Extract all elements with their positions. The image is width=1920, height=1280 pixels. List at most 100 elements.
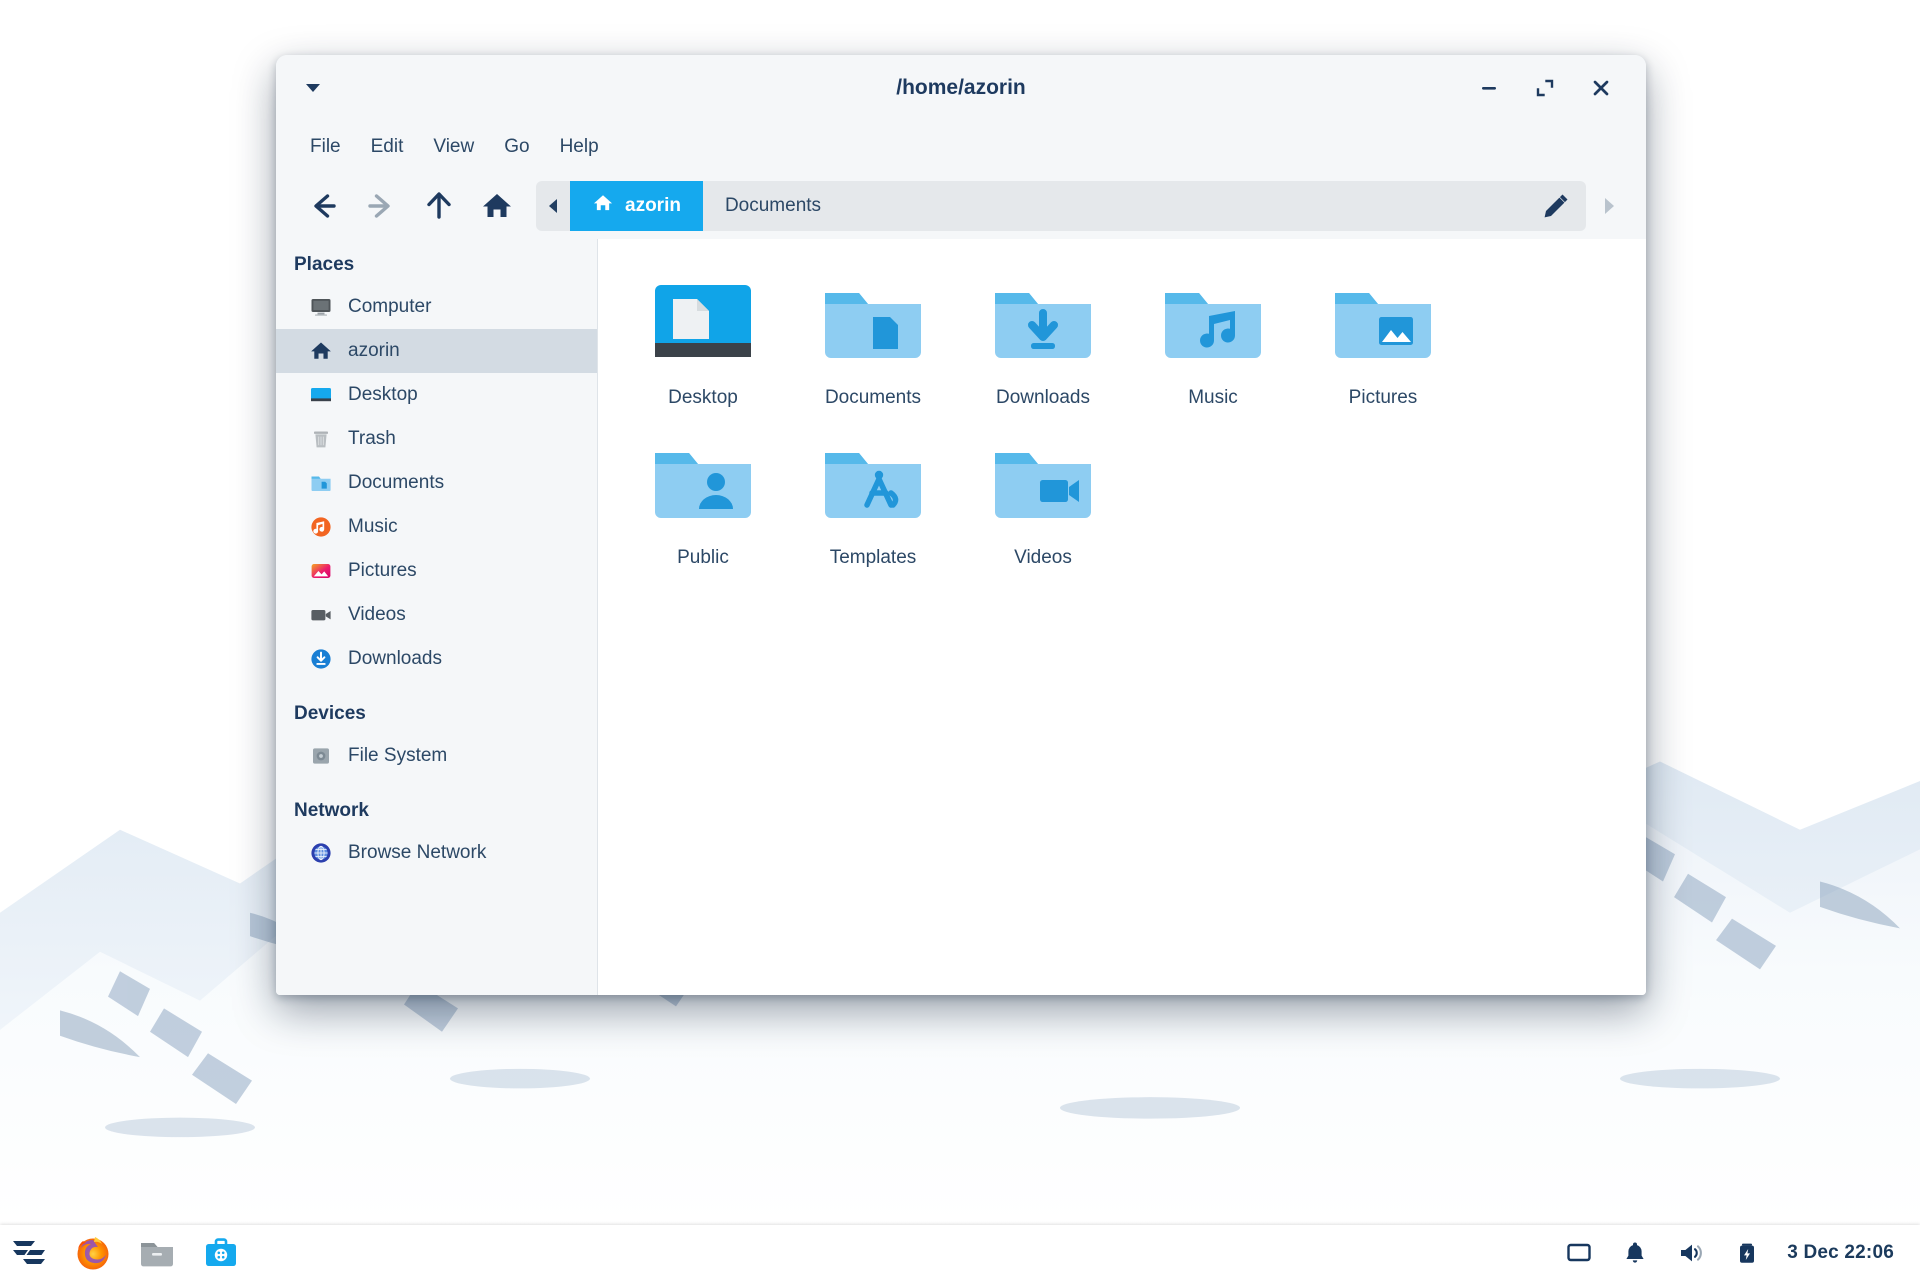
file-item-pictures[interactable]: Pictures: [1298, 265, 1468, 421]
sidebar-item-file-system[interactable]: File System: [276, 734, 597, 778]
clock[interactable]: 3 Dec 22:06: [1787, 1242, 1894, 1264]
file-grid[interactable]: Desktop Documents Downloads Music Pictur…: [598, 239, 1646, 995]
menu-edit[interactable]: Edit: [359, 131, 416, 163]
taskbar: 3 Dec 22:06: [0, 1225, 1920, 1280]
sidebar-item-computer[interactable]: Computer: [276, 285, 597, 329]
sidebar-item-music[interactable]: Music: [276, 505, 597, 549]
pencil-icon[interactable]: [1526, 181, 1586, 231]
file-manager-body: Places Computer azorin Desktop Trash Doc…: [276, 239, 1646, 995]
file-label: Templates: [829, 547, 917, 568]
menu-file[interactable]: File: [298, 131, 353, 163]
trash-icon: [308, 426, 334, 452]
folder-videos-icon: [995, 453, 1091, 518]
breadcrumb-label: azorin: [625, 195, 681, 216]
zorin-logo-icon: [13, 1240, 45, 1264]
folder-templates-icon: [825, 453, 921, 518]
sidebar-item-label: Videos: [348, 604, 406, 625]
breadcrumb-empty-space[interactable]: [843, 181, 1526, 231]
file-item-music[interactable]: Music: [1128, 265, 1298, 421]
folder-pictures-icon: [1335, 293, 1431, 358]
sidebar-item-label: azorin: [348, 340, 400, 361]
software-button[interactable]: [198, 1230, 244, 1276]
sidebar-section-places: Places: [294, 254, 355, 275]
music-icon: [308, 514, 334, 540]
page-title: /home/azorin: [896, 76, 1026, 99]
firefox-icon: [77, 1236, 109, 1269]
system-tray: 3 Dec 22:06: [1563, 1237, 1920, 1269]
network-globe-icon: [308, 840, 334, 866]
file-label: Pictures: [1348, 387, 1418, 408]
forward-button[interactable]: [352, 181, 410, 231]
sidebar-item-label: Browse Network: [348, 842, 487, 863]
sidebar-item-label: Pictures: [348, 560, 417, 581]
volume-icon[interactable]: [1675, 1237, 1707, 1269]
window-controls: [1474, 73, 1646, 103]
folder-downloads-icon: [995, 293, 1091, 358]
triangle-left-icon[interactable]: [536, 181, 570, 231]
file-item-public[interactable]: Public: [618, 425, 788, 581]
back-button[interactable]: [294, 181, 352, 231]
file-item-videos[interactable]: Videos: [958, 425, 1128, 581]
sidebar-item-azorin[interactable]: azorin: [276, 329, 597, 373]
zorin-menu-button[interactable]: [6, 1230, 52, 1276]
file-label: Videos: [1014, 547, 1072, 568]
breadcrumb-label: Documents: [724, 195, 822, 216]
folder-music-icon: [1165, 293, 1261, 358]
breadcrumb-azorin[interactable]: azorin: [570, 181, 703, 231]
menu-view[interactable]: View: [421, 131, 486, 163]
display-icon[interactable]: [1563, 1237, 1595, 1269]
folder-documents-icon: [825, 293, 921, 358]
sidebar-section-network: Network: [294, 800, 369, 821]
folder-public-icon: [655, 453, 751, 518]
up-button[interactable]: [410, 181, 468, 231]
sidebar-item-desktop[interactable]: Desktop: [276, 373, 597, 417]
home-icon: [308, 338, 334, 364]
firefox-button[interactable]: [70, 1230, 116, 1276]
desktop-folder-icon: [655, 285, 751, 357]
sidebar-item-documents[interactable]: Documents: [276, 461, 597, 505]
caret-down-icon[interactable]: [298, 73, 328, 103]
triangle-right-icon[interactable]: [1586, 196, 1630, 216]
toolbar: azorin Documents: [276, 173, 1646, 239]
bell-icon[interactable]: [1619, 1237, 1651, 1269]
file-item-desktop[interactable]: Desktop: [618, 265, 788, 421]
path-breadcrumb-bar[interactable]: azorin Documents: [536, 181, 1586, 231]
desktop[interactable]: /home/azorin File Edit View Go Help azor…: [0, 0, 1920, 1280]
window-titlebar[interactable]: /home/azorin: [276, 55, 1646, 121]
sidebar-item-pictures[interactable]: Pictures: [276, 549, 597, 593]
battery-charging-icon[interactable]: [1731, 1237, 1763, 1269]
close-icon[interactable]: [1586, 73, 1616, 103]
menu-help[interactable]: Help: [548, 131, 611, 163]
sidebar-item-downloads[interactable]: Downloads: [276, 637, 597, 681]
file-label: Public: [677, 547, 729, 568]
file-item-downloads[interactable]: Downloads: [958, 265, 1128, 421]
taskbar-launchers: [0, 1230, 244, 1276]
file-label: Downloads: [996, 387, 1090, 408]
sidebar-item-label: Desktop: [348, 384, 418, 405]
home-button[interactable]: [468, 181, 526, 231]
software-icon: [206, 1237, 236, 1266]
minimize-icon[interactable]: [1474, 73, 1504, 103]
file-manager-button[interactable]: [134, 1230, 180, 1276]
sidebar-item-label: Music: [348, 516, 398, 537]
menu-go[interactable]: Go: [492, 131, 541, 163]
sidebar-item-label: Computer: [348, 296, 432, 317]
sidebar: Places Computer azorin Desktop Trash Doc…: [276, 239, 598, 995]
home-icon: [592, 192, 614, 220]
file-item-documents[interactable]: Documents: [788, 265, 958, 421]
folder-documents-icon: [308, 470, 334, 496]
sidebar-item-videos[interactable]: Videos: [276, 593, 597, 637]
sidebar-section-devices: Devices: [294, 703, 366, 724]
drive-icon: [308, 743, 334, 769]
desktop-icon: [308, 382, 334, 408]
breadcrumb-documents[interactable]: Documents: [703, 181, 843, 231]
maximize-icon[interactable]: [1530, 73, 1560, 103]
file-label: Documents: [824, 387, 922, 408]
sidebar-item-label: Documents: [348, 472, 445, 493]
computer-icon: [308, 294, 334, 320]
sidebar-item-browse-network[interactable]: Browse Network: [276, 831, 597, 875]
file-item-templates[interactable]: Templates: [788, 425, 958, 581]
file-manager-window[interactable]: /home/azorin File Edit View Go Help azor…: [276, 55, 1646, 995]
sidebar-item-trash[interactable]: Trash: [276, 417, 597, 461]
sidebar-item-label: Trash: [348, 428, 396, 449]
